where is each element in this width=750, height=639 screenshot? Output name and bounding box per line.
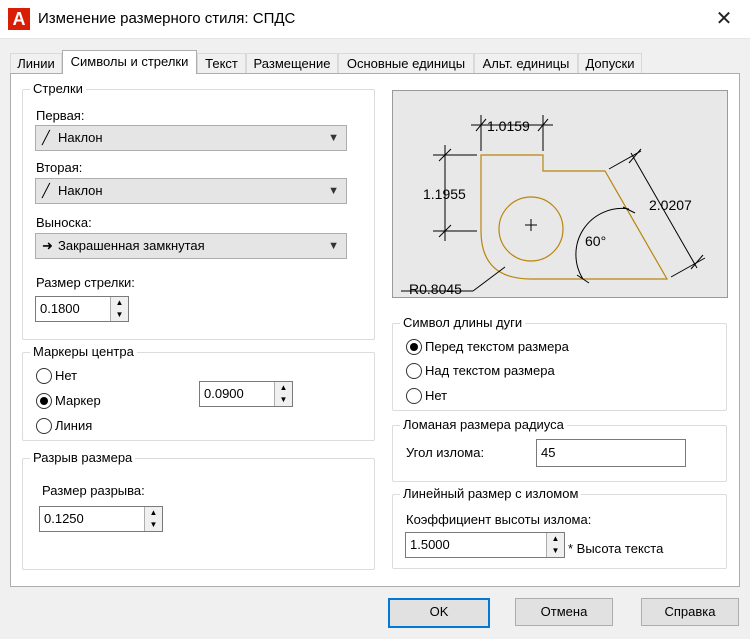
close-button[interactable]: ✕	[708, 4, 740, 34]
decrement-icon[interactable]: ▼	[145, 519, 162, 531]
preview-shape	[480, 154, 669, 280]
decrement-icon[interactable]: ▼	[111, 309, 128, 321]
radius-jog-title: Ломаная размера радиуса	[400, 417, 567, 433]
radio-line-dot	[36, 418, 52, 434]
radio-mark-dot	[36, 393, 52, 409]
leader-arrow-select[interactable]: ➜ Закрашенная замкнутая ▼	[35, 233, 347, 259]
oblique-arrow-icon: ╱	[42, 183, 50, 198]
oblique-arrow-icon: ╱	[42, 130, 50, 145]
preview-area: 1.0159 1.1955 2.0207 60° R0.8045	[392, 90, 728, 298]
decrement-icon[interactable]: ▼	[547, 545, 564, 557]
arrowheads-title: Стрелки	[30, 81, 86, 97]
second-arrow-label: Вторая:	[36, 160, 83, 175]
radio-above-dot	[406, 363, 422, 379]
jog-factor-value: 1.5000	[410, 537, 450, 552]
center-mark-size-stepper[interactable]: 0.0900 ▲ ▼	[199, 381, 293, 407]
tab-tolerances[interactable]: Допуски	[578, 53, 642, 73]
second-arrow-value: Наклон	[58, 183, 103, 198]
stepper-buttons: ▲ ▼	[144, 507, 162, 531]
text-height-suffix: * Высота текста	[568, 541, 664, 556]
radio-above-label: Над текстом размера	[425, 363, 555, 378]
tab-alternate-units[interactable]: Альт. единицы	[474, 53, 578, 73]
radio-none-dot	[36, 368, 52, 384]
stepper-buttons: ▲ ▼	[110, 297, 128, 321]
tab-primary-units[interactable]: Основные единицы	[338, 53, 474, 73]
second-arrow-select[interactable]: ╱ Наклон ▼	[35, 178, 347, 204]
stepper-buttons: ▲ ▼	[274, 382, 292, 406]
title-bar: A Изменение размерного стиля: СПДС ✕	[0, 0, 750, 39]
preview-drawing: 1.0159 1.1955 2.0207 60° R0.8045	[401, 115, 706, 297]
jog-factor-label: Коэффициент высоты излома:	[406, 512, 592, 527]
closed-filled-arrow-icon: ➜	[42, 238, 53, 253]
first-arrow-select[interactable]: ╱ Наклон ▼	[35, 125, 347, 151]
break-size-stepper[interactable]: 0.1250 ▲ ▼	[39, 506, 163, 532]
jog-angle-value: 45	[541, 445, 556, 460]
tab-fit[interactable]: Размещение	[246, 53, 338, 73]
jog-angle-label: Угол излома:	[406, 445, 485, 460]
tab-lines[interactable]: Линии	[10, 53, 62, 73]
leader-arrow-value: Закрашенная замкнутая	[58, 238, 205, 253]
break-size-label: Размер разрыва:	[42, 483, 145, 498]
stepper-buttons: ▲ ▼	[546, 533, 564, 557]
window-title: Изменение размерного стиля: СПДС	[38, 10, 296, 27]
radio-before-dot	[406, 339, 422, 355]
arc-length-title: Символ длины дуги	[400, 315, 526, 331]
dim-left-text: 1.1955	[423, 186, 466, 202]
dimension-break-title: Разрыв размера	[30, 450, 136, 466]
cancel-button[interactable]: Отмена	[515, 598, 613, 626]
radio-line-label: Линия	[55, 418, 93, 433]
ok-button[interactable]: OK	[388, 598, 490, 628]
dim-radius-text: R0.8045	[409, 281, 462, 297]
jog-factor-stepper[interactable]: 1.5000 ▲ ▼	[405, 532, 565, 558]
decrement-icon[interactable]: ▼	[275, 394, 292, 406]
first-arrow-value: Наклон	[58, 130, 103, 145]
dim-diag-text: 2.0207	[649, 197, 692, 213]
chevron-down-icon: ▼	[328, 240, 339, 252]
arrow-size-stepper[interactable]: 0.1800 ▲ ▼	[35, 296, 129, 322]
radio-mark-label: Маркер	[55, 393, 101, 408]
dim-angle-text: 60°	[585, 233, 606, 249]
tab-symbols-arrows[interactable]: Символы и стрелки	[62, 50, 197, 74]
tab-text[interactable]: Текст	[197, 53, 246, 73]
first-arrow-label: Первая:	[36, 108, 85, 123]
autocad-logo-icon: A	[8, 8, 30, 30]
radio-arc-none-dot	[406, 388, 422, 404]
radio-none-label: Нет	[55, 368, 78, 383]
chevron-down-icon: ▼	[328, 185, 339, 197]
break-size-value: 0.1250	[44, 511, 84, 526]
arrow-size-value: 0.1800	[40, 301, 80, 316]
linear-jog-title: Линейный размер с изломом	[400, 486, 582, 502]
center-mark-size-value: 0.0900	[204, 386, 244, 401]
jog-angle-input[interactable]: 45	[536, 439, 686, 467]
radio-before-label: Перед текстом размера	[425, 339, 569, 354]
leader-arrow-label: Выноска:	[36, 215, 92, 230]
dim-top-text: 1.0159	[487, 118, 530, 134]
chevron-down-icon: ▼	[328, 132, 339, 144]
arrow-size-label: Размер стрелки:	[36, 275, 135, 290]
help-button[interactable]: Справка	[641, 598, 739, 626]
radio-arc-none-label: Нет	[425, 388, 448, 403]
center-marks-title: Маркеры центра	[30, 344, 137, 360]
